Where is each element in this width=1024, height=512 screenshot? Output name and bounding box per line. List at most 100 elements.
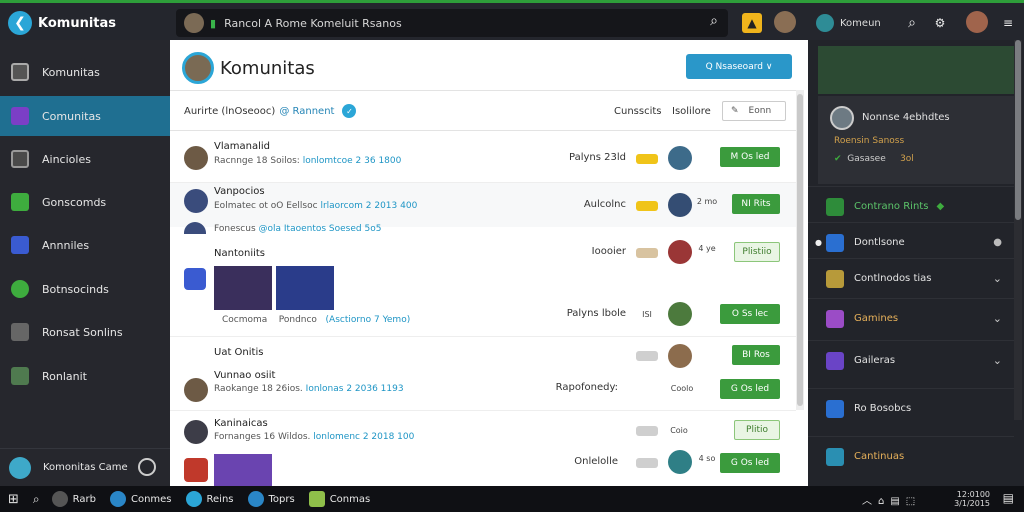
profile-line3: Gasasee xyxy=(847,154,886,164)
member-avatar xyxy=(668,302,692,326)
search-icon[interactable]: ⌕ xyxy=(902,13,922,33)
search-icon[interactable]: ⌕ xyxy=(33,492,40,507)
profile-avatar[interactable] xyxy=(966,11,988,33)
list-item[interactable]: Vlamanalid Racnnge 18 Soilos: lonlomtcoe… xyxy=(170,138,796,182)
search-icon[interactable]: ⌕ xyxy=(710,13,718,29)
list-item[interactable]: Vunnao osiit Raokange 18 26ios. Ionlonas… xyxy=(170,370,796,412)
right-item-1[interactable]: ● Dontlsone ● xyxy=(808,222,1014,262)
sort-select-icon: ✎ xyxy=(731,106,739,116)
top-user-name: Komeun xyxy=(840,17,881,29)
address-bar[interactable]: ▮ Rancol A Rome Komeluit Rsanos ⌕ xyxy=(176,9,728,37)
avatar[interactable] xyxy=(774,11,796,33)
item-link[interactable]: lonlomtcoe 2 36 1800 xyxy=(303,156,402,166)
notification-icon[interactable]: ▲ xyxy=(742,13,762,33)
status-pill xyxy=(636,248,658,258)
sidebar-item-7[interactable]: Ronlanit xyxy=(0,356,170,396)
status-ring-icon[interactable] xyxy=(138,458,156,476)
list-item[interactable]: Vanpocios Eolmatec ot oO Eellsoc lrlaorc… xyxy=(170,183,796,227)
item-count: 4 ye xyxy=(698,244,716,253)
list-item[interactable]: Kaninaicas Fornanges 16 Wildos. lonlomen… xyxy=(170,414,796,450)
clock[interactable]: 12:0100 3/1/2015 xyxy=(954,490,990,508)
taskbar-item[interactable]: Reins xyxy=(185,491,234,507)
sort-select-value: Eonn xyxy=(748,106,772,116)
sort-label[interactable]: Cunsscits xyxy=(614,106,662,117)
game-icon xyxy=(184,268,206,290)
right-scrollbar[interactable] xyxy=(1014,40,1022,420)
start-icon[interactable]: ⊞ xyxy=(8,492,19,507)
taskbar-item[interactable]: Rarb xyxy=(51,491,96,507)
scrollbar-thumb[interactable] xyxy=(797,94,803,406)
sidebar-item-0[interactable]: Komunitas xyxy=(0,52,170,92)
media-thumbnail[interactable] xyxy=(276,266,334,310)
item-link[interactable]: lonlomenc 2 2018 100 xyxy=(313,432,414,442)
item-sub-text: Fonescus xyxy=(214,224,256,234)
taskbar-item[interactable]: Conmes xyxy=(109,491,172,507)
clock-time: 12:0100 xyxy=(956,490,990,499)
sidebar-footer[interactable]: Komonitas Came xyxy=(0,448,170,486)
sidebar-item-6[interactable]: Ronsat Sonlins xyxy=(0,312,170,352)
chevron-down-icon[interactable]: ⌄ xyxy=(993,272,1002,285)
sidebar-item-2[interactable]: Aincioles xyxy=(0,139,170,179)
item-name: Vlamanalid xyxy=(214,141,270,152)
row-action-button[interactable]: G Os led xyxy=(720,453,780,473)
divider xyxy=(170,130,796,131)
row-action-button[interactable]: O Ss lec xyxy=(720,304,780,324)
item-sub-text: Racnnge 18 Soilos: xyxy=(214,156,300,166)
media-thumbnail[interactable] xyxy=(214,266,272,310)
chevron-down-icon[interactable]: ⌄ xyxy=(993,354,1002,367)
sort-select[interactable]: ✎ Eonn xyxy=(722,101,786,121)
status-pill xyxy=(636,426,658,436)
item-link[interactable]: Ionlonas 2 2036 1193 xyxy=(306,384,404,394)
chevron-down-icon[interactable]: ⌄ xyxy=(993,312,1002,325)
main-scrollbar[interactable] xyxy=(796,90,804,410)
right-item-5[interactable]: Ro Bosobcs xyxy=(808,388,1014,428)
settings-icon[interactable]: ⚙ xyxy=(930,13,950,33)
game-icon xyxy=(184,458,208,482)
game-icon xyxy=(11,193,29,211)
filter-link[interactable]: @ Rannent xyxy=(279,106,334,117)
item-link[interactable]: @ola Itaoentos Soesed 5o5 xyxy=(259,224,382,234)
filter-row: Aurirte (lnOseooc) @ Rannent ✓ xyxy=(184,104,357,118)
menu-icon[interactable]: ≡ xyxy=(998,13,1018,33)
item-count: 4 so xyxy=(698,454,716,463)
game-minimap[interactable] xyxy=(818,46,1016,94)
item-link[interactable]: lrlaorcom 2 2013 400 xyxy=(320,201,417,211)
media-caption: Cocmoma xyxy=(222,315,268,325)
right-item-4[interactable]: Gaileras ⌄ xyxy=(808,340,1014,380)
right-item-2[interactable]: Contlnodos tias ⌄ xyxy=(808,258,1014,298)
member-avatar xyxy=(668,450,692,474)
sidebar-item-4[interactable]: Annniles xyxy=(0,225,170,265)
right-item-0[interactable]: Contrano Rints ◆ xyxy=(808,186,1014,226)
row-action-button[interactable]: G Os led xyxy=(720,379,780,399)
row-action-button[interactable]: BI Ros xyxy=(732,345,780,365)
list-item[interactable]: Fonescus @ola Itaoentos Soesed 5o5 Nanto… xyxy=(170,222,796,338)
notifications-icon[interactable]: ▤ xyxy=(1003,491,1014,505)
primary-dropdown-button[interactable]: Q Nsaseoard ∨ xyxy=(686,54,792,79)
row-action-button[interactable]: Plistiio xyxy=(734,242,780,262)
sidebar-item-5[interactable]: Botnsocinds xyxy=(0,269,170,309)
app-icon xyxy=(308,491,325,507)
row-action-button[interactable]: NI Rits xyxy=(732,194,780,214)
sidebar-item-1[interactable]: Comunitas xyxy=(0,96,170,136)
taskbar-item[interactable]: Toprs xyxy=(247,491,295,507)
media-thumbnail[interactable] xyxy=(214,454,272,486)
check-icon[interactable]: ✓ xyxy=(342,104,357,118)
row-action-button[interactable]: M Os led xyxy=(720,147,780,167)
community-avatar xyxy=(182,52,214,84)
list-item[interactable]: Onlelolle 4 so G Os led xyxy=(170,450,796,486)
media-caption-link[interactable]: (Asctiorno 7 Yemo) xyxy=(326,315,411,325)
scrollbar-thumb[interactable] xyxy=(1015,40,1021,220)
sort-label[interactable]: Isolilore xyxy=(672,106,711,117)
row-action-button[interactable]: Plitio xyxy=(734,420,780,440)
right-item-6[interactable]: Cantinuas xyxy=(808,436,1014,476)
top-user[interactable]: Komeun xyxy=(816,11,884,35)
tray-icons[interactable]: ︿⌂▤⬚ xyxy=(862,492,921,507)
community-icon xyxy=(826,399,844,418)
sidebar-item-3[interactable]: Gonscomds xyxy=(0,182,170,222)
app-brand[interactable]: ❮ Komunitas xyxy=(8,11,116,35)
status-pill xyxy=(636,351,658,361)
list-item[interactable]: Uat Onitis BI Ros xyxy=(170,340,796,370)
app-icon xyxy=(109,491,126,507)
taskbar-item[interactable]: Conmas xyxy=(308,491,370,507)
right-item-3[interactable]: Gamines ⌄ xyxy=(808,298,1014,338)
